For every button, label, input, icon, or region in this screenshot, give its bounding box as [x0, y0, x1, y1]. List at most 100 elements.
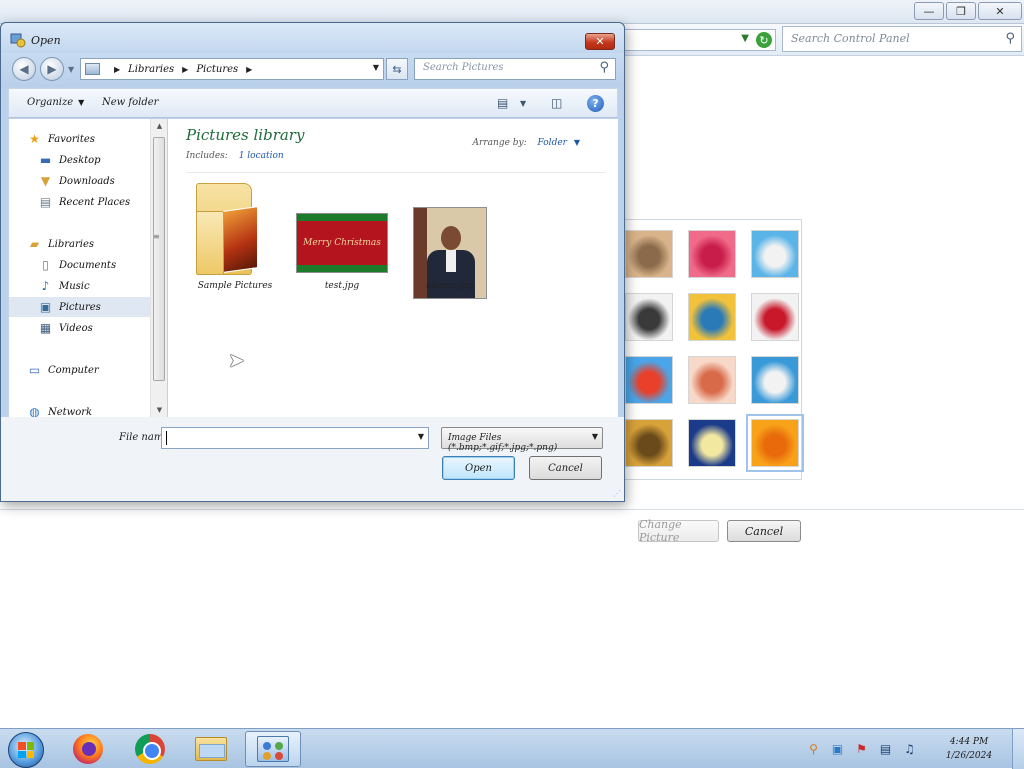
- file-item-sample-pictures[interactable]: Sample Pictures: [192, 181, 278, 301]
- sidebar-item-videos[interactable]: ▦ Videos: [9, 318, 151, 338]
- sidebar-item-computer[interactable]: ▭ Computer: [9, 360, 151, 380]
- includes-label: Includes:: [186, 151, 228, 161]
- account-picture-ornament[interactable]: [688, 356, 736, 404]
- account-picture-stairs[interactable]: [688, 293, 736, 341]
- open-button[interactable]: Open: [442, 456, 515, 480]
- chevron-right-icon[interactable]: ▶: [114, 65, 120, 74]
- chevron-down-icon[interactable]: ▼: [520, 99, 526, 108]
- sidebar-item-label: Recent Places: [59, 196, 131, 208]
- system-clock[interactable]: 4:44 PM 1/26/2024: [936, 735, 1002, 763]
- file-type-filter-value: Image Files (*.bmp;*.gif;*.jpg;*.png): [448, 433, 558, 453]
- account-picture-sailboat[interactable]: [751, 356, 799, 404]
- file-item-obama-jpg[interactable]: obama.jpg: [413, 181, 487, 301]
- sidebar-item-documents[interactable]: ▯ Documents: [9, 255, 151, 275]
- mouse-cursor-icon: ➤: [228, 348, 245, 372]
- chevron-down-icon: ▼: [78, 98, 85, 107]
- star-icon: ★: [29, 132, 40, 146]
- chevron-down-icon[interactable]: ▼: [418, 432, 424, 441]
- dialog-titlebar: Open ✕: [1, 23, 624, 53]
- file-type-filter-select[interactable]: Image Files (*.bmp;*.gif;*.jpg;*.png) ▼: [441, 427, 603, 453]
- organize-button[interactable]: Organize ▼: [27, 97, 84, 108]
- account-picture-spiral[interactable]: [625, 419, 673, 467]
- sidebar-item-downloads[interactable]: ▼ Downloads: [9, 171, 151, 191]
- sidebar-item-libraries[interactable]: ▰ Libraries: [9, 234, 151, 254]
- breadcrumb-pictures[interactable]: Pictures: [196, 64, 238, 75]
- search-icon[interactable]: ⚲: [599, 60, 609, 75]
- file-item-test-jpg[interactable]: Merry Christmas test.jpg: [296, 181, 388, 301]
- account-picture-gerbera[interactable]: [746, 414, 804, 472]
- chat-icon[interactable]: ▣: [830, 741, 845, 756]
- control-panel-search-input[interactable]: Search Control Panel ⚲: [782, 26, 1022, 52]
- scroll-up-icon[interactable]: ▲: [151, 119, 168, 133]
- navigation-scrollbar[interactable]: ▲ ≡ ▼: [150, 119, 167, 417]
- chevron-down-icon[interactable]: ▼: [574, 138, 580, 147]
- taskbar-control-panel[interactable]: [245, 731, 301, 767]
- cancel-button[interactable]: Cancel: [529, 456, 602, 480]
- dialog-close-button[interactable]: ✕: [585, 33, 615, 50]
- preview-pane-icon[interactable]: ◫: [551, 96, 562, 110]
- music-icon: ♪: [41, 279, 50, 293]
- background-window-titlebar: — ❐ ✕: [0, 0, 1024, 24]
- sidebar-item-recent-places[interactable]: ▤ Recent Places: [9, 192, 151, 212]
- thumbnail-caption: Merry Christmas: [303, 238, 381, 248]
- taskbar-explorer[interactable]: [183, 731, 239, 767]
- account-picture-balloon[interactable]: [625, 356, 673, 404]
- account-picture-kitten[interactable]: [625, 230, 673, 278]
- includes-locations-link[interactable]: 1 location: [239, 151, 284, 161]
- chevron-down-icon[interactable]: ▼: [741, 33, 749, 44]
- background-cancel-button[interactable]: Cancel: [727, 520, 801, 542]
- breadcrumb-libraries[interactable]: Libraries: [128, 64, 174, 75]
- scroll-down-icon[interactable]: ▼: [151, 403, 168, 417]
- account-picture-flower[interactable]: [688, 230, 736, 278]
- navigation-bar: ◀ ▶ ▼ ▶ Libraries ▶ Pictures ▶ ▼ ⇆ Searc…: [1, 53, 624, 87]
- start-button[interactable]: [8, 732, 44, 768]
- volume-icon[interactable]: ♫: [902, 741, 917, 756]
- taskbar-chrome[interactable]: [122, 731, 178, 767]
- arrange-by-dropdown[interactable]: Folder: [538, 138, 567, 148]
- account-picture-toy[interactable]: [625, 293, 673, 341]
- forward-arrow-icon: ▶: [47, 62, 57, 76]
- sidebar-item-pictures[interactable]: ▣ Pictures: [9, 297, 151, 317]
- resize-grip-icon[interactable]: ⋰: [613, 489, 621, 498]
- sidebar-item-music[interactable]: ♪ Music: [9, 276, 151, 296]
- back-button[interactable]: ◀: [12, 57, 36, 81]
- forward-button[interactable]: ▶: [40, 57, 64, 81]
- recent-locations-dropdown-icon[interactable]: ▼: [68, 65, 74, 74]
- chevron-down-icon[interactable]: ▼: [373, 63, 379, 72]
- search-icon[interactable]: ⚲: [1005, 31, 1015, 46]
- sidebar-item-desktop[interactable]: ▬ Desktop: [9, 150, 151, 170]
- command-toolbar: Organize ▼ New folder ▤ ▼ ◫ ?: [8, 88, 618, 118]
- file-name-input[interactable]: ▼: [161, 427, 429, 449]
- sidebar-item-favorites[interactable]: ★ Favorites: [9, 129, 151, 149]
- new-folder-button[interactable]: New folder: [102, 97, 158, 108]
- scrollbar-thumb[interactable]: [153, 137, 165, 381]
- close-button[interactable]: ✕: [978, 2, 1022, 20]
- computer-icon: ▭: [28, 363, 41, 377]
- refresh-button[interactable]: ⇆: [386, 58, 408, 80]
- breadcrumb[interactable]: ▶ Libraries ▶ Pictures ▶ ▼: [80, 58, 384, 80]
- control-panel-icon: [257, 736, 289, 762]
- show-desktop-button[interactable]: [1012, 729, 1024, 769]
- minimize-button[interactable]: —: [914, 2, 944, 20]
- search-pictures-input[interactable]: Search Pictures ⚲: [414, 58, 616, 80]
- maximize-button[interactable]: ❐: [946, 2, 976, 20]
- account-picture-lighthouse[interactable]: [688, 419, 736, 467]
- change-picture-button[interactable]: Change Picture: [638, 518, 719, 544]
- search-tray-icon[interactable]: ⚲: [806, 741, 821, 756]
- chevron-right-icon[interactable]: ▶: [182, 65, 188, 74]
- chevron-right-icon[interactable]: ▶: [246, 65, 252, 74]
- refresh-icon[interactable]: ↻: [756, 32, 772, 48]
- account-picture-pinwheel[interactable]: [751, 230, 799, 278]
- network-icon[interactable]: ▤: [878, 741, 893, 756]
- recent-places-icon: ▤: [39, 195, 52, 209]
- account-picture-origami[interactable]: [751, 293, 799, 341]
- portrait-shirt: [446, 250, 456, 272]
- help-icon[interactable]: ?: [587, 95, 604, 112]
- taskbar-firefox[interactable]: [60, 731, 116, 767]
- chevron-down-icon: ▼: [591, 432, 598, 441]
- action-center-flag-icon[interactable]: ⚑: [854, 741, 869, 756]
- file-content-area: Pictures library Includes: 1 location Ar…: [168, 119, 618, 417]
- view-options-icon[interactable]: ▤: [497, 96, 508, 110]
- portrait-head: [441, 226, 461, 250]
- background-address-field[interactable]: ▼ ↻: [624, 29, 776, 51]
